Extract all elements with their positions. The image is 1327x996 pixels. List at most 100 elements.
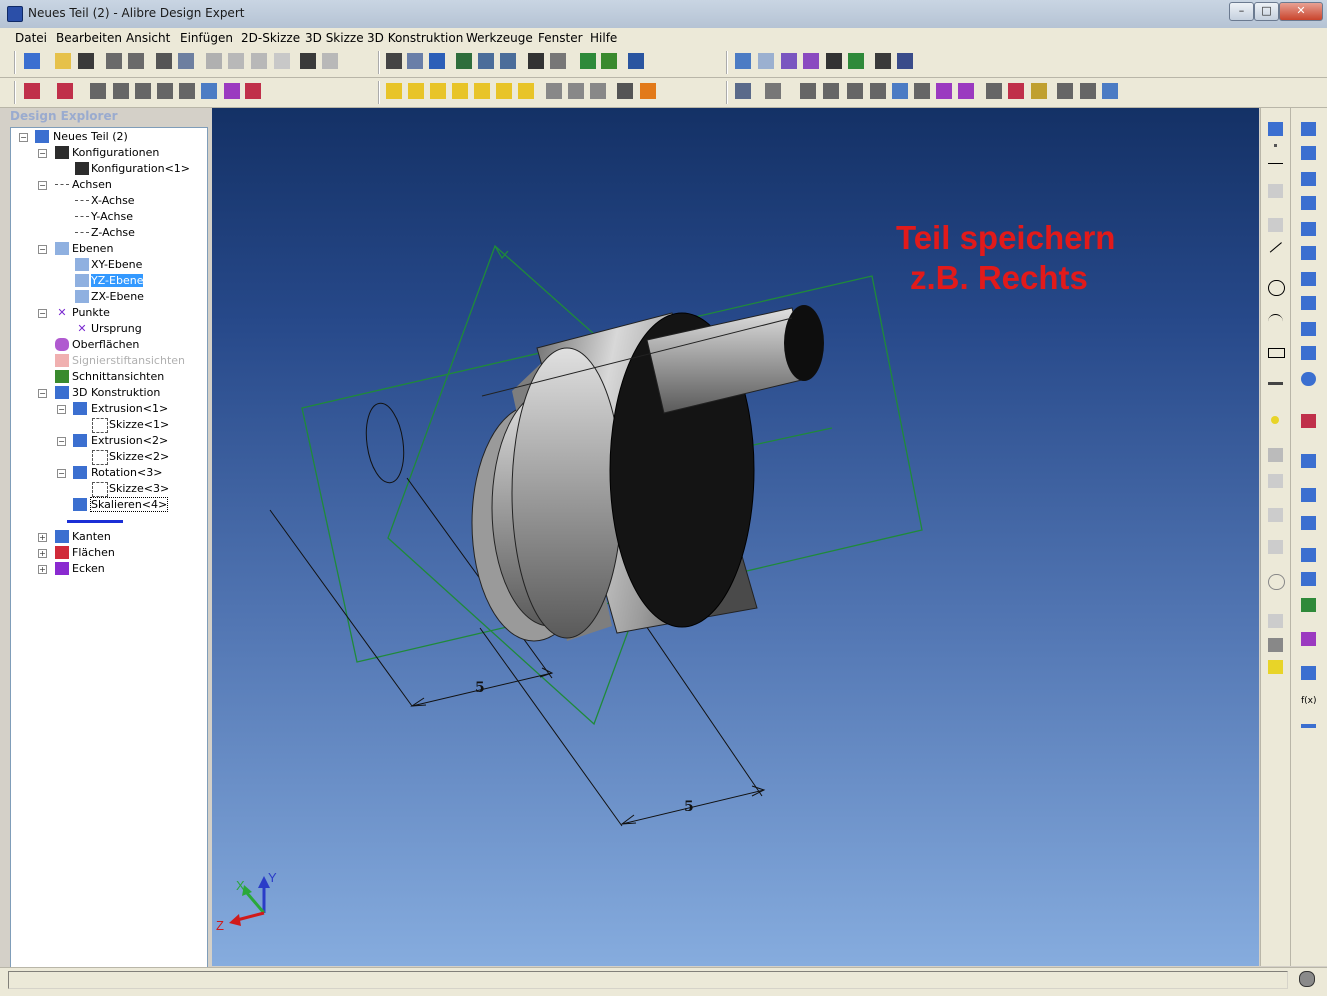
menu-bearbeiten[interactable]: Bearbeiten [56, 31, 122, 45]
save-icon[interactable] [78, 53, 94, 69]
hole-icon[interactable] [1008, 83, 1024, 99]
thread-icon[interactable] [1031, 83, 1047, 99]
save-all-icon[interactable] [106, 53, 122, 69]
line-icon[interactable] [1269, 241, 1282, 253]
sweep-boss-icon[interactable] [1301, 222, 1316, 236]
transparency-icon[interactable] [590, 83, 606, 99]
dimension-label-1[interactable]: 5 [475, 680, 485, 696]
expand-icon[interactable]: + [38, 565, 47, 574]
rectangle-icon[interactable] [1268, 348, 1285, 358]
cut-extrude-icon[interactable] [823, 83, 839, 99]
maximize-button[interactable]: □ [1254, 2, 1279, 21]
menu-3d-skizze[interactable]: 3D Skizze [305, 31, 364, 45]
boolean-icon[interactable] [1301, 598, 1316, 612]
open-icon[interactable] [55, 53, 71, 69]
shading-icon[interactable] [580, 53, 596, 69]
measure-feature-icon[interactable] [1301, 724, 1316, 728]
feature-icon[interactable] [735, 83, 751, 99]
pattern-feature-icon[interactable] [1301, 548, 1316, 562]
thread-icon[interactable] [1301, 346, 1316, 360]
sketch-plane-icon[interactable] [157, 83, 173, 99]
close-button[interactable]: ✕ [1279, 2, 1323, 21]
paste-icon[interactable] [251, 53, 267, 69]
draft-icon[interactable] [986, 83, 1002, 99]
grid-icon[interactable] [546, 83, 562, 99]
properties-icon[interactable] [897, 53, 913, 69]
render-icon[interactable] [628, 53, 644, 69]
sweep-cut-icon[interactable] [1301, 246, 1316, 260]
rollback-bar[interactable] [67, 514, 127, 529]
revolve-cut-icon[interactable] [1301, 196, 1316, 210]
sweep-icon[interactable] [870, 83, 886, 99]
fillet-icon[interactable] [1268, 508, 1283, 522]
sketch-activate-icon[interactable] [1268, 122, 1283, 136]
material-icon[interactable] [57, 83, 73, 99]
offset-icon[interactable] [1268, 574, 1285, 590]
zoom-in-icon[interactable] [456, 53, 472, 69]
loft-boss-icon[interactable] [1301, 272, 1316, 286]
crosshair-icon[interactable] [1268, 163, 1283, 165]
sketch-edit-icon[interactable] [113, 83, 129, 99]
scale-feature-icon[interactable] [1301, 632, 1316, 646]
measure-icon[interactable] [875, 53, 891, 69]
sketch-icon[interactable] [90, 83, 106, 99]
sketch-3d-icon[interactable] [135, 83, 151, 99]
config-icon[interactable] [826, 53, 842, 69]
display-icon[interactable] [601, 53, 617, 69]
redo-icon[interactable] [322, 53, 338, 69]
undo-icon[interactable] [300, 53, 316, 69]
centerline-icon[interactable] [1268, 218, 1283, 232]
3d-viewport[interactable]: Y X Z 5 5 Teil speichern z.B. Rechts [212, 108, 1259, 966]
orientation-icon[interactable] [640, 83, 656, 99]
collapse-icon[interactable]: − [57, 405, 66, 414]
construction-line-icon[interactable] [1268, 184, 1283, 198]
text-icon[interactable] [1268, 448, 1283, 462]
menu-ansicht[interactable]: Ansicht [126, 31, 170, 45]
previous-view-icon[interactable] [528, 53, 544, 69]
menu-2d-skizze[interactable]: 2D-Skizze [241, 31, 300, 45]
loft-icon[interactable] [892, 83, 908, 99]
equation-icon[interactable]: f(x) [1301, 696, 1317, 710]
extrude-icon[interactable] [800, 83, 816, 99]
helix-icon[interactable] [1301, 322, 1316, 336]
revolve-boss-icon[interactable] [1301, 172, 1316, 186]
point-icon[interactable] [1271, 416, 1279, 424]
print-icon[interactable] [156, 53, 172, 69]
fillet-icon[interactable] [914, 83, 930, 99]
part-icon[interactable] [848, 53, 864, 69]
new-icon[interactable] [24, 53, 40, 69]
hole-feature-icon[interactable] [1301, 516, 1316, 530]
mirror-feature-icon[interactable] [1301, 572, 1316, 586]
view-right-icon[interactable] [452, 83, 468, 99]
section-icon[interactable] [568, 83, 584, 99]
loft-cut-icon[interactable] [1301, 296, 1316, 310]
collapse-icon[interactable]: − [57, 437, 66, 446]
copy-icon[interactable] [228, 53, 244, 69]
extrude-cut-icon[interactable] [1301, 146, 1316, 160]
sketch-point-icon[interactable] [224, 83, 240, 99]
collapse-icon[interactable]: − [38, 389, 47, 398]
pattern-icon[interactable] [1268, 540, 1283, 554]
next-view-icon[interactable] [550, 53, 566, 69]
shell-icon[interactable] [958, 83, 974, 99]
pick-icon[interactable] [407, 53, 423, 69]
mirror-icon[interactable] [1268, 638, 1283, 652]
expand-icon[interactable]: + [38, 549, 47, 558]
extrude-boss-icon[interactable] [1301, 122, 1316, 136]
dropdown-icon[interactable] [1274, 144, 1277, 147]
menu-fenster[interactable]: Fenster [538, 31, 583, 45]
menu-hilfe[interactable]: Hilfe [590, 31, 617, 45]
view-iso-icon[interactable] [518, 83, 534, 99]
view-back-icon[interactable] [408, 83, 424, 99]
collapse-icon[interactable]: − [38, 181, 47, 190]
sketch-ref-icon[interactable] [201, 83, 217, 99]
lock-icon[interactable] [1268, 614, 1283, 628]
collapse-icon[interactable]: − [38, 309, 47, 318]
collapse-icon[interactable]: − [19, 133, 28, 142]
axis-icon[interactable] [758, 53, 774, 69]
point-icon[interactable] [781, 53, 797, 69]
constraint-icon[interactable] [1268, 660, 1283, 674]
lasso-icon[interactable] [429, 53, 445, 69]
close-doc-icon[interactable] [128, 53, 144, 69]
scale-icon[interactable] [1102, 83, 1118, 99]
